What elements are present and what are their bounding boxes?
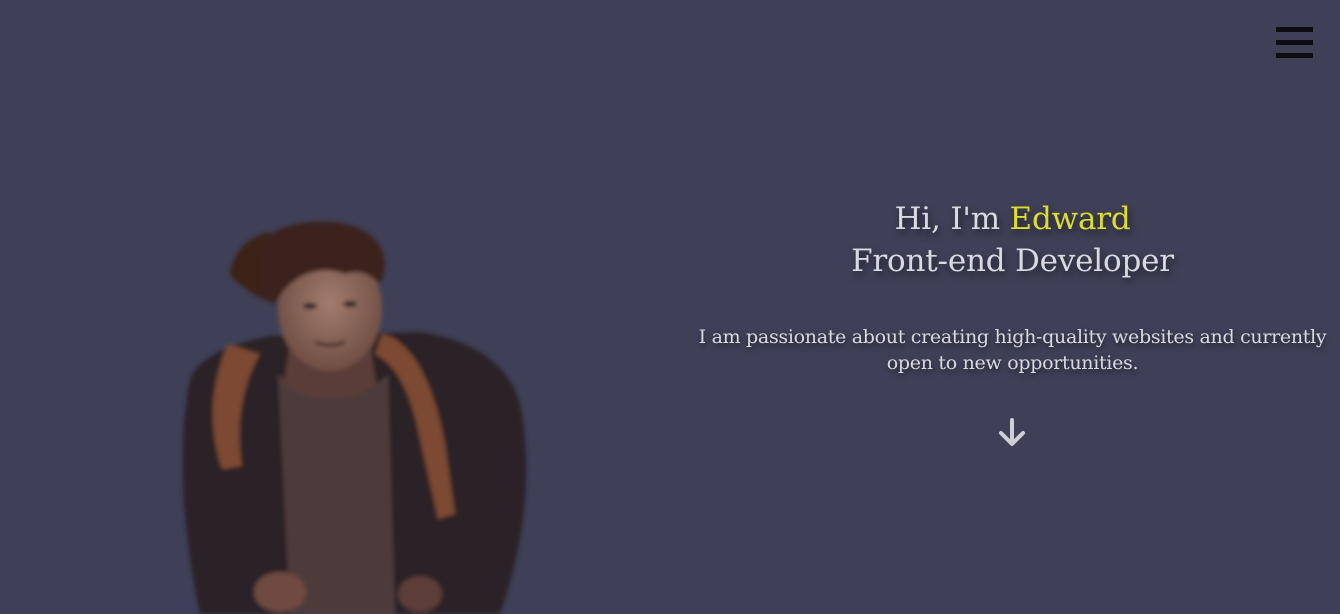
hero-greeting-line: Hi, I'm Edward <box>685 198 1340 240</box>
profile-portrait <box>170 214 542 614</box>
hamburger-menu-icon-bar <box>1276 53 1313 58</box>
hero-description-line1: I am passionate about creating high-qual… <box>698 326 1327 348</box>
hero-title: Hi, I'm Edward Front-end Developer <box>685 198 1340 282</box>
hamburger-menu-icon-bar <box>1276 40 1313 45</box>
menu-button[interactable] <box>1276 27 1313 59</box>
hero-description: I am passionate about creating high-qual… <box>685 324 1340 376</box>
hero-description-line2: open to new opportunities. <box>886 352 1139 374</box>
arrow-down-icon <box>999 418 1025 446</box>
hero-name: Edward <box>1009 201 1131 237</box>
hero-greeting: Hi, I'm <box>894 201 1010 237</box>
hamburger-menu-icon <box>1276 27 1313 32</box>
hero-role: Front-end Developer <box>851 243 1174 279</box>
scroll-down-button[interactable] <box>995 416 1029 450</box>
hero-section: Hi, I'm Edward Front-end Developer I am … <box>685 198 1340 446</box>
